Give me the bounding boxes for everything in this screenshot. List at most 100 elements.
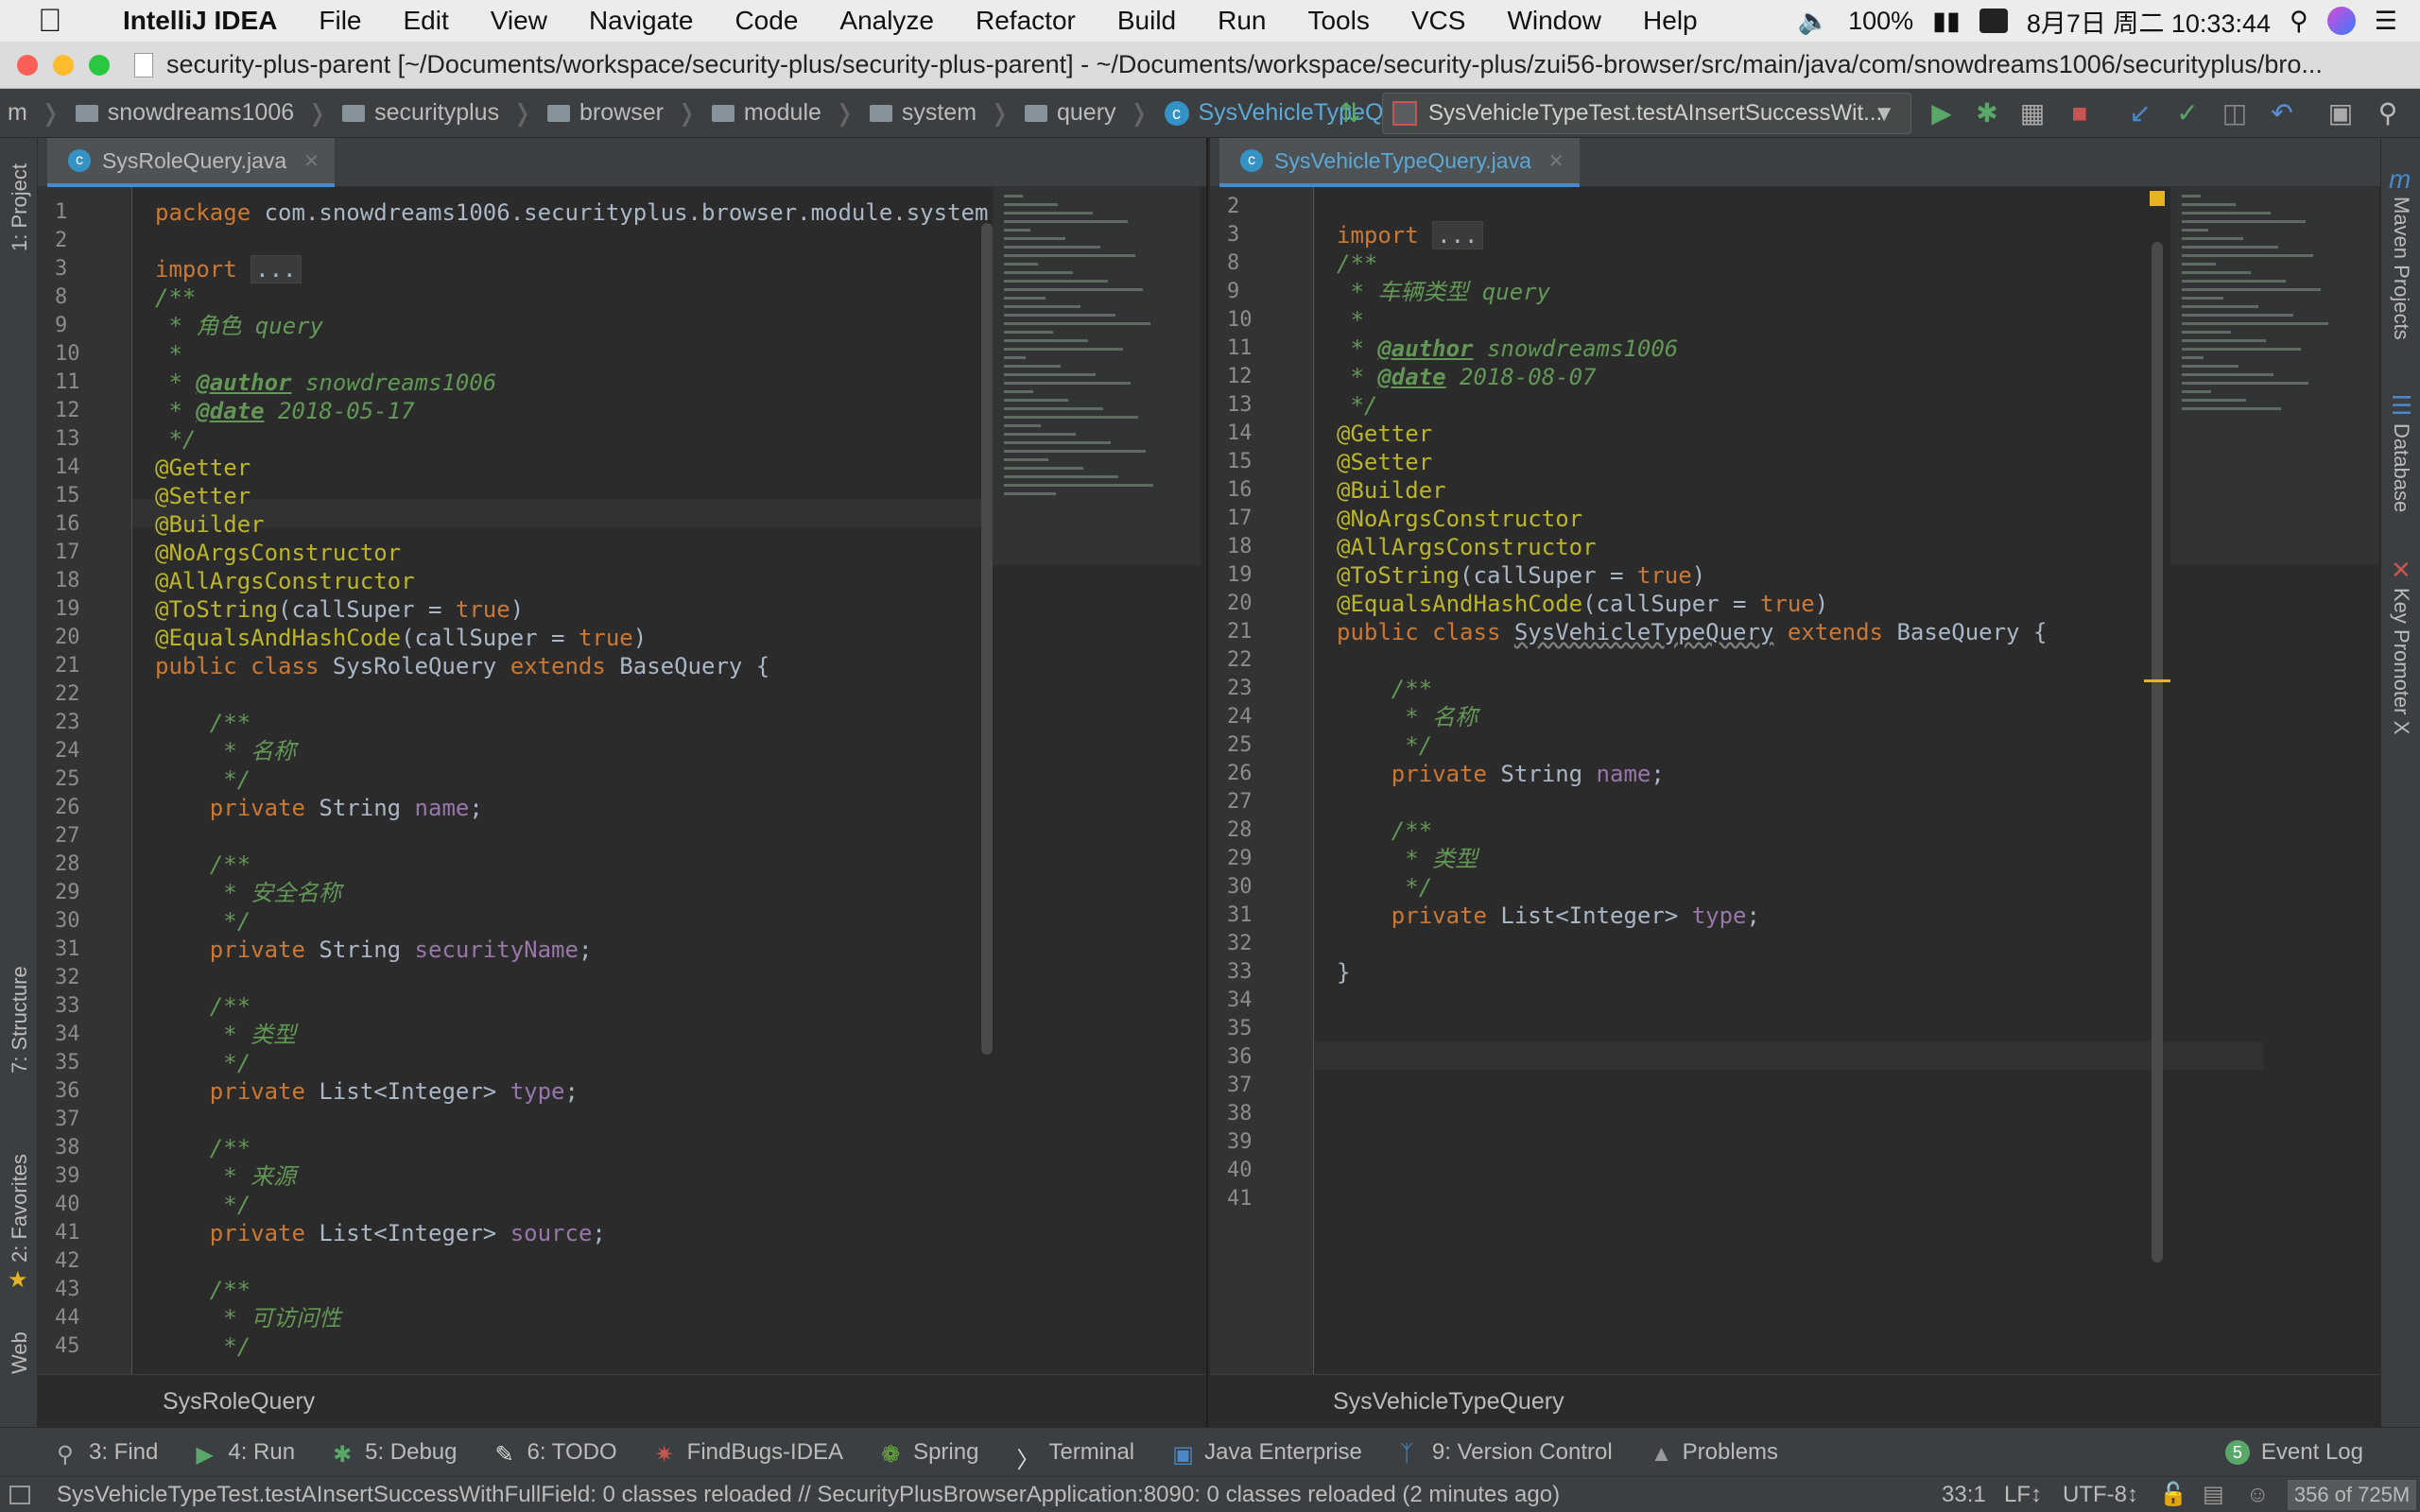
stop-icon[interactable]: ■ xyxy=(2065,98,2095,129)
sogou-input-icon[interactable] xyxy=(1979,9,2008,33)
file-encoding[interactable]: UTF-8↕ xyxy=(2063,1477,2138,1512)
tool-run[interactable]: ▶ 4: Run xyxy=(177,1439,314,1468)
tool-terminal[interactable]: 〉 Terminal xyxy=(997,1439,1153,1473)
project-structure-icon[interactable]: ▣ xyxy=(2325,98,2356,129)
close-tab-icon[interactable]: ✕ xyxy=(303,149,320,173)
breadcrumb-system[interactable]: system ❭ xyxy=(862,99,1017,128)
build-project-icon[interactable]: ⇅ xyxy=(1335,98,1365,129)
menu-build[interactable]: Build xyxy=(1097,6,1197,36)
line-number: 40 xyxy=(55,1193,80,1216)
line-number: 8 xyxy=(55,285,68,309)
compare-icon[interactable]: ◫ xyxy=(2220,98,2250,129)
left-editor-breadcrumb[interactable]: SysRoleQuery xyxy=(38,1374,1206,1427)
breadcrumb-class[interactable]: SysRoleQuery xyxy=(163,1388,315,1415)
tool-version-control[interactable]: ᛉ 9: Version Control xyxy=(1381,1439,1632,1467)
left-minimap[interactable] xyxy=(993,187,1201,565)
line-number: 18 xyxy=(1227,535,1253,558)
favorites-tool-button[interactable]: 2: Favorites xyxy=(8,1154,32,1263)
menu-app-name[interactable]: IntelliJ IDEA xyxy=(102,6,298,36)
tool-java-enterprise[interactable]: ▣ Java Enterprise xyxy=(1153,1439,1381,1468)
database-tool-button[interactable]: Database xyxy=(2389,423,2413,512)
tool-problems[interactable]: ▲ Problems xyxy=(1632,1439,1797,1467)
tool-spring[interactable]: ❁ Spring xyxy=(862,1439,997,1468)
line-number: 1 xyxy=(55,200,68,224)
menu-analyze[interactable]: Analyze xyxy=(819,6,955,36)
menu-run[interactable]: Run xyxy=(1197,6,1287,36)
close-window-button[interactable] xyxy=(17,54,38,76)
lock-icon[interactable]: 🔓 xyxy=(2159,1477,2187,1512)
menu-view[interactable]: View xyxy=(470,6,568,36)
junit-test-icon xyxy=(1392,101,1417,126)
vcs-commit-icon[interactable]: ✓ xyxy=(2172,98,2203,129)
folder-icon xyxy=(1025,104,1047,122)
tool-find[interactable]: ⚲ 3: Find xyxy=(38,1439,177,1468)
breadcrumb-securityplus[interactable]: securityplus ❭ xyxy=(335,99,540,128)
revert-icon[interactable]: ↶ xyxy=(2267,98,2297,129)
menu-edit[interactable]: Edit xyxy=(383,6,470,36)
breadcrumb-snowdreams1006[interactable]: snowdreams1006 ❭ xyxy=(68,99,335,128)
web-tool-button[interactable]: Web xyxy=(8,1332,32,1374)
code-line: private String name; xyxy=(209,795,483,821)
spotlight-search-icon[interactable]: ⚲ xyxy=(2290,7,2308,36)
minimap-line xyxy=(1004,339,1088,342)
tool-debug[interactable]: ✱ 5: Debug xyxy=(314,1439,475,1468)
vcs-update-icon[interactable]: ↙ xyxy=(2125,98,2155,129)
right-minimap[interactable] xyxy=(2170,187,2378,565)
menu-navigate[interactable]: Navigate xyxy=(568,6,715,36)
search-everywhere-icon[interactable]: ⚲ xyxy=(2373,98,2403,129)
run-icon[interactable]: ▶ xyxy=(1927,98,1957,129)
warning-marker-icon[interactable] xyxy=(2150,191,2165,206)
menu-vcs[interactable]: VCS xyxy=(1391,6,1487,36)
warning-stripe[interactable] xyxy=(2144,679,2170,682)
tool-findbugs[interactable]: ✷ FindBugs-IDEA xyxy=(636,1439,862,1468)
breadcrumb-browser[interactable]: browser ❭ xyxy=(540,99,704,128)
zoom-window-button[interactable] xyxy=(89,54,110,76)
menu-code[interactable]: Code xyxy=(714,6,819,36)
caret-position[interactable]: 33:1 xyxy=(1942,1477,1986,1512)
menu-file[interactable]: File xyxy=(298,6,382,36)
key-promoter-tool-button[interactable]: Key Promoter X xyxy=(2389,588,2413,734)
maven-tool-button[interactable]: Maven Projects xyxy=(2389,197,2413,340)
tab-sysrolequery[interactable]: c SysRoleQuery.java ✕ xyxy=(47,138,335,187)
run-configuration-selector[interactable]: SysVehicleTypeTest.testAInsertSuccessWit… xyxy=(1382,93,1911,134)
status-message[interactable]: SysVehicleTypeTest.testAInsertSuccessWit… xyxy=(57,1482,1560,1508)
document-proxy-icon[interactable] xyxy=(134,52,153,77)
siri-icon[interactable] xyxy=(2326,7,2356,35)
debug-icon[interactable]: ✱ xyxy=(1972,98,2002,129)
code-line: private List<Integer> type; xyxy=(209,1078,579,1105)
breadcrumb-query[interactable]: query ❭ xyxy=(1017,99,1157,128)
menu-window[interactable]: Window xyxy=(1486,6,1622,36)
left-scrollbar[interactable] xyxy=(981,223,993,1055)
project-tool-button[interactable]: 1: Project xyxy=(8,163,32,251)
right-editor-breadcrumb[interactable]: SysVehicleTypeQuery xyxy=(1210,1374,2380,1427)
apple-icon[interactable]:  xyxy=(38,3,76,40)
tab-sysvehicletypequery[interactable]: c SysVehicleTypeQuery.java ✕ xyxy=(1219,138,1580,187)
breadcrumb-module[interactable]: module ❭ xyxy=(704,99,862,128)
minimize-window-button[interactable] xyxy=(53,54,74,76)
structure-tool-button[interactable]: 7: Structure xyxy=(8,966,32,1074)
menu-tools[interactable]: Tools xyxy=(1287,6,1390,36)
line-separator[interactable]: LF↕ xyxy=(2004,1477,2042,1512)
notification-center-icon[interactable]: ☰ xyxy=(2375,7,2397,36)
battery-percent[interactable]: 100% xyxy=(1848,7,1913,36)
toggle-tool-windows-icon[interactable] xyxy=(9,1486,30,1504)
code-line: private List<Integer> source; xyxy=(209,1220,606,1246)
inspector-icon[interactable]: ☺ xyxy=(2246,1477,2270,1512)
code-line: * 可访问性 xyxy=(209,1305,342,1332)
git-widget-icon[interactable]: ▤ xyxy=(2203,1477,2224,1512)
menu-refactor[interactable]: Refactor xyxy=(955,6,1097,36)
tool-event-log[interactable]: 5 Event Log xyxy=(2206,1439,2382,1466)
code-line: @AllArgsConstructor xyxy=(155,568,415,594)
volume-icon[interactable]: 🔈 xyxy=(1797,6,1829,36)
battery-icon[interactable]: ▮▮ xyxy=(1932,7,1961,36)
clock[interactable]: 8月7日 周二 10:33:44 xyxy=(2027,3,2271,40)
close-tab-icon[interactable]: ✕ xyxy=(1548,149,1564,173)
menu-help[interactable]: Help xyxy=(1622,6,1719,36)
class-icon: c xyxy=(68,149,91,172)
breadcrumb-class[interactable]: SysVehicleTypeQuery xyxy=(1333,1388,1564,1415)
right-scrollbar[interactable] xyxy=(2152,242,2163,1263)
coverage-icon[interactable]: ▦ xyxy=(2017,98,2048,129)
tool-todo[interactable]: ✎ 6: TODO xyxy=(476,1439,636,1468)
breadcrumb-m[interactable]: m ❭ xyxy=(0,99,68,128)
memory-indicator[interactable]: 356 of 725M xyxy=(2288,1480,2416,1510)
